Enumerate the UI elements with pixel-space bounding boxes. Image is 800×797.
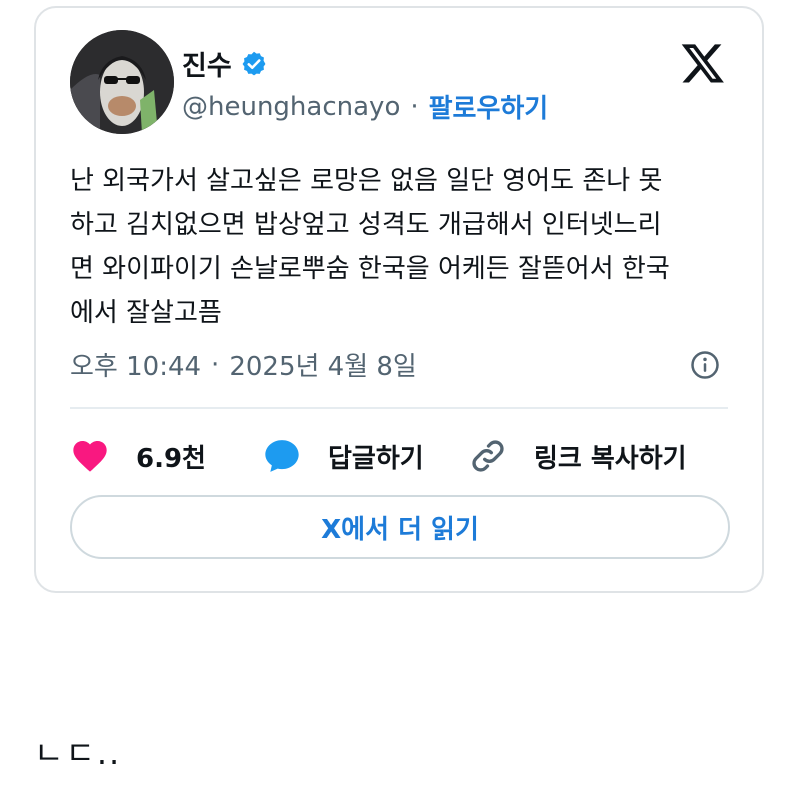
copy-link-label: 링크 복사하기 (534, 443, 687, 474)
comment-text: ㄴㄷ.. (34, 734, 122, 772)
info-icon[interactable] (690, 350, 720, 380)
action-bar: 6.9천 답글하기 링크 복사하기 (70, 433, 730, 479)
embedded-tweet-card: 진수 @heunghacnayo · 팔로우하기 난 외국가서 살고싶은 로망은… (34, 6, 764, 593)
like-button[interactable]: 6.9천 (70, 433, 206, 479)
tweet-time: 오후 10:44 (70, 352, 202, 382)
follow-link[interactable]: 팔로우하기 (429, 88, 549, 125)
like-count: 6.9천 (136, 443, 206, 474)
author-name-row: 진수 (182, 44, 268, 83)
x-logo-icon[interactable] (680, 40, 726, 86)
author-handle[interactable]: @heunghacnayo (182, 92, 400, 122)
avatar[interactable] (70, 30, 174, 134)
handle-row: @heunghacnayo · 팔로우하기 (182, 88, 548, 125)
heart-icon (73, 441, 107, 472)
tweet-timestamp[interactable]: 오후 10:44 · 2025년 4월 8일 (70, 346, 417, 383)
copy-link-button[interactable]: 링크 복사하기 (468, 433, 687, 479)
speech-bubble-icon (265, 440, 299, 472)
reply-label: 답글하기 (328, 443, 424, 474)
read-on-x-button[interactable]: X에서 더 읽기 (70, 495, 730, 559)
reply-button[interactable]: 답글하기 (262, 433, 424, 479)
read-on-x-label: X에서 더 읽기 (321, 514, 479, 545)
author-name[interactable]: 진수 (182, 44, 232, 83)
link-icon (472, 440, 504, 472)
separator: · (211, 349, 220, 380)
separator: · (410, 91, 419, 122)
divider (70, 407, 728, 409)
tweet-text: 난 외국가서 살고싶은 로망은 없음 일단 영어도 존나 못 하고 김치없으면 … (70, 166, 670, 328)
tweet-date: 2025년 4월 8일 (229, 352, 417, 382)
verified-badge-icon (242, 51, 266, 75)
